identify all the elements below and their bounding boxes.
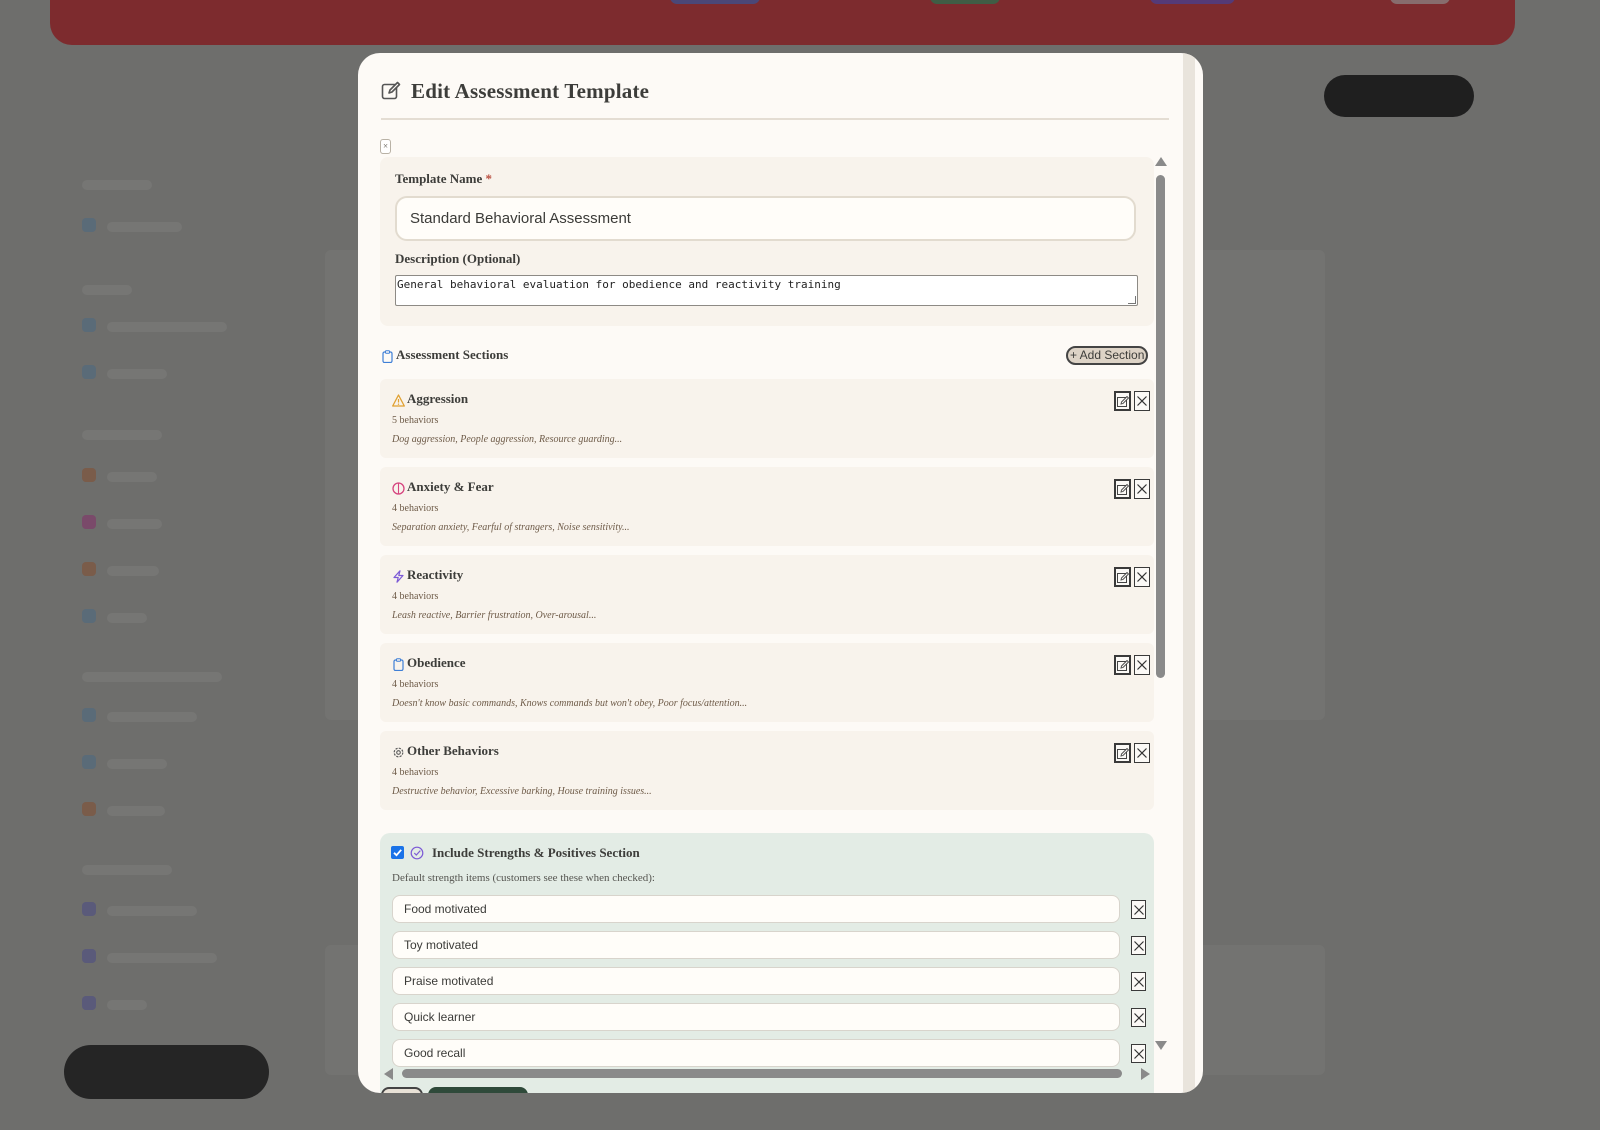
edit-section-button[interactable]: [1114, 743, 1131, 763]
template-name-input[interactable]: Standard Behavioral Assessment: [395, 196, 1136, 241]
strength-item-input[interactable]: Praise motivated: [392, 967, 1120, 995]
description-text: General behavioral evaluation for obedie…: [397, 278, 841, 291]
edit-template-modal: Edit Assessment Template × Template Name…: [358, 53, 1203, 1093]
close-icon: [1134, 941, 1144, 951]
section-name: Obedience: [407, 655, 466, 670]
background-top-bar: [50, 0, 1515, 45]
section-count: 4 behaviors: [392, 767, 439, 778]
edit-section-button[interactable]: [1114, 391, 1131, 411]
close-icon: [1137, 660, 1147, 670]
lightning-icon: [393, 570, 404, 583]
brain-icon: [392, 482, 405, 495]
strength-item-input[interactable]: Good recall: [392, 1039, 1120, 1067]
scroll-up-arrow[interactable]: [1155, 157, 1167, 166]
section-count: 4 behaviors: [392, 591, 439, 602]
remove-strength-button[interactable]: [1131, 1044, 1146, 1063]
close-button[interactable]: ×: [380, 139, 391, 154]
remove-strength-button[interactable]: [1131, 1008, 1146, 1027]
section-count: 4 behaviors: [392, 503, 439, 514]
remove-strength-button[interactable]: [1131, 972, 1146, 991]
delete-section-button[interactable]: [1134, 479, 1150, 499]
section-card-aggression: Aggression 5 behaviors Dog aggression, P…: [380, 379, 1154, 458]
section-preview: Dog aggression, People aggression, Resou…: [392, 434, 623, 445]
modal-scroll-area[interactable]: Template Name * Standard Behavioral Asse…: [380, 157, 1154, 1093]
scroll-thumb[interactable]: [402, 1069, 1122, 1078]
close-icon: [1134, 905, 1144, 915]
close-icon: [1137, 572, 1147, 582]
check-icon: [393, 849, 402, 857]
section-card-anxiety-fear: Anxiety & Fear 4 behaviors Separation an…: [380, 467, 1154, 546]
gear-icon: [393, 747, 404, 758]
delete-section-button[interactable]: [1134, 567, 1150, 587]
section-card-other-behaviors: Other Behaviors 4 behaviors Destructive …: [380, 731, 1154, 810]
edit-section-button[interactable]: [1114, 655, 1131, 675]
clipboard-icon: [382, 350, 393, 363]
warning-icon: [392, 394, 405, 407]
scroll-left-arrow[interactable]: [384, 1068, 393, 1080]
edit-icon: [1117, 484, 1129, 495]
strength-item-input[interactable]: Quick learner: [392, 1003, 1120, 1031]
modal-title: Edit Assessment Template: [411, 79, 650, 103]
edit-icon: [1117, 572, 1129, 583]
close-icon: [1137, 396, 1147, 406]
assessment-sections-title: Assessment Sections: [396, 347, 509, 362]
section-name: Other Behaviors: [407, 743, 499, 758]
include-strengths-checkbox[interactable]: [391, 846, 404, 859]
description-textarea[interactable]: General behavioral evaluation for obedie…: [395, 275, 1138, 306]
delete-section-button[interactable]: [1134, 655, 1150, 675]
cancel-button-peek[interactable]: [381, 1087, 423, 1093]
edit-icon: [1117, 396, 1129, 407]
section-card-reactivity: Reactivity 4 behaviors Leash reactive, B…: [380, 555, 1154, 634]
strengths-section: Include Strengths & Positives Section De…: [380, 833, 1154, 1093]
remove-strength-button[interactable]: [1131, 936, 1146, 955]
section-name: Reactivity: [407, 567, 464, 582]
section-preview: Destructive behavior, Excessive barking,…: [392, 786, 652, 797]
clipboard-icon: [393, 658, 404, 671]
delete-section-button[interactable]: [1134, 743, 1150, 763]
template-details-card: Template Name * Standard Behavioral Asse…: [380, 157, 1154, 326]
modal-header: Edit Assessment Template: [381, 73, 1169, 120]
template-name-label: Template Name *: [395, 171, 493, 186]
section-preview: Leash reactive, Barrier frustration, Ove…: [392, 610, 597, 621]
close-icon: [1137, 484, 1147, 494]
add-section-button[interactable]: + Add Section: [1066, 346, 1148, 365]
modal-scroll-track: [1183, 53, 1195, 1093]
edit-section-button[interactable]: [1114, 567, 1131, 587]
section-name: Aggression: [407, 391, 469, 406]
section-preview: Doesn't know basic commands, Knows comma…: [392, 698, 748, 709]
section-count: 4 behaviors: [392, 679, 439, 690]
section-preview: Separation anxiety, Fearful of strangers…: [392, 522, 630, 533]
vertical-scrollbar[interactable]: [1155, 157, 1167, 1057]
background-bottom-button: [64, 1045, 269, 1099]
close-icon: [1137, 748, 1147, 758]
check-circle-icon: [410, 846, 424, 860]
strengths-title: Include Strengths & Positives Section: [432, 845, 640, 860]
section-count: 5 behaviors: [392, 415, 439, 426]
scroll-right-arrow[interactable]: [1141, 1068, 1150, 1080]
edit-section-button[interactable]: [1114, 479, 1131, 499]
background-sidebar: [62, 160, 277, 1030]
assessment-sections-header: Assessment Sections + Add Section: [380, 345, 1154, 369]
horizontal-scrollbar[interactable]: [380, 1067, 1154, 1081]
edit-icon: [381, 81, 401, 100]
scroll-thumb[interactable]: [1156, 175, 1165, 678]
description-label: Description (Optional): [395, 251, 521, 266]
resize-handle[interactable]: [1128, 296, 1136, 304]
close-icon: [1134, 1049, 1144, 1059]
edit-icon: [1117, 660, 1129, 671]
delete-section-button[interactable]: [1134, 391, 1150, 411]
strength-item-input[interactable]: Food motivated: [392, 895, 1120, 923]
save-template-button-peek[interactable]: [428, 1087, 528, 1093]
section-card-obedience: Obedience 4 behaviors Doesn't know basic…: [380, 643, 1154, 722]
strength-item-input[interactable]: Toy motivated: [392, 931, 1120, 959]
background-dark-button: [1324, 75, 1474, 117]
close-icon: [1134, 1013, 1144, 1023]
remove-strength-button[interactable]: [1131, 900, 1146, 919]
section-name: Anxiety & Fear: [407, 479, 494, 494]
close-icon: [1134, 977, 1144, 987]
required-mark: *: [485, 171, 493, 186]
strengths-subtitle: Default strength items (customers see th…: [392, 872, 655, 884]
scroll-down-arrow[interactable]: [1155, 1041, 1167, 1050]
edit-icon: [1117, 748, 1129, 759]
